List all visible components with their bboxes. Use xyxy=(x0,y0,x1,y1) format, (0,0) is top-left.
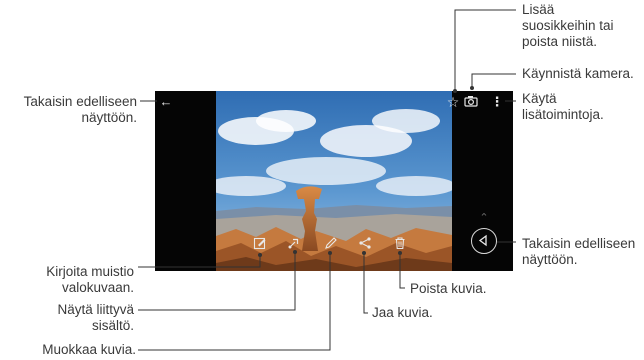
label-related: Näytä liittyvä sisältö. xyxy=(57,302,134,333)
callout-line-favorites xyxy=(454,9,516,91)
label-edit: Muokkaa kuvia. xyxy=(42,342,136,357)
share-icon[interactable] xyxy=(357,236,373,252)
navigation-back-button[interactable] xyxy=(471,228,497,254)
label-camera: Käynnistä kamera. xyxy=(522,66,634,81)
star-icon[interactable]: ☆ xyxy=(445,95,461,111)
label-back-right: Takaisin edelliseen näyttöön. xyxy=(522,236,636,267)
chevron-up-icon[interactable]: ⌃ xyxy=(476,211,492,227)
gallery-screen: ← ☆ ⋮ ⌃ xyxy=(155,91,513,271)
back-arrow-icon[interactable]: ← xyxy=(158,95,174,111)
label-delete: Poista kuvia. xyxy=(410,281,487,296)
label-more: Käytä lisätoimintoja. xyxy=(522,91,604,122)
memo-icon[interactable] xyxy=(252,236,268,252)
related-content-icon[interactable] xyxy=(286,236,302,252)
edit-pencil-icon[interactable] xyxy=(323,236,339,252)
label-memo: Kirjoita muistio valokuvaan. xyxy=(46,264,134,295)
callout-line-camera xyxy=(471,73,516,88)
label-favorites: Lisää suosikkeihin tai poista niistä. xyxy=(522,2,614,49)
camera-icon[interactable] xyxy=(463,94,479,110)
label-share: Jaa kuvia. xyxy=(372,305,433,320)
navigation-back-icon xyxy=(478,234,487,247)
trash-icon[interactable] xyxy=(392,236,408,252)
more-vertical-icon[interactable]: ⋮ xyxy=(489,95,505,111)
label-back-left: Takaisin edelliseen näyttöön. xyxy=(23,94,137,125)
